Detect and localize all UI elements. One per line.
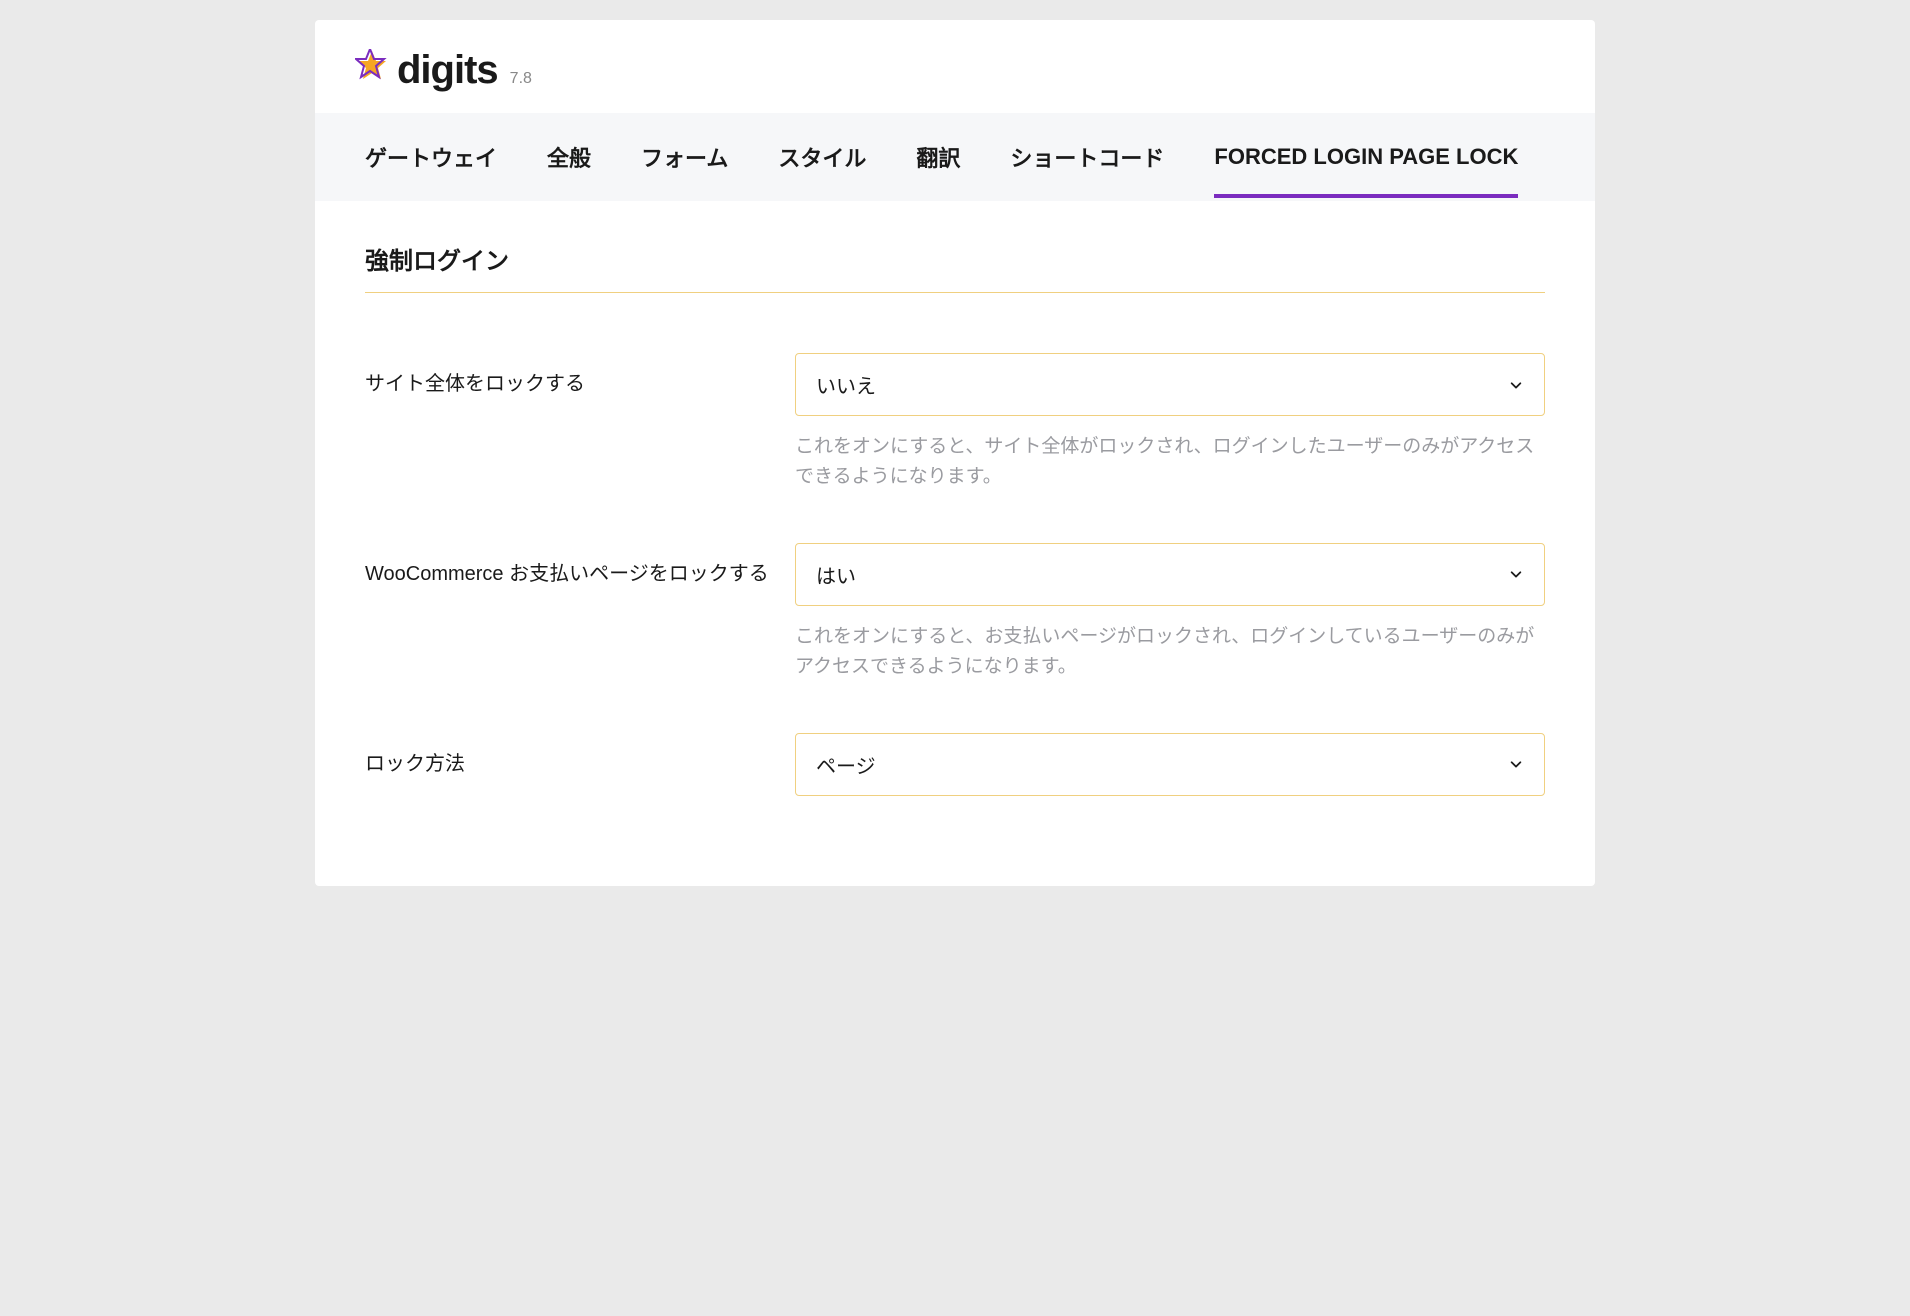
field-lock-method: ロック方法 ページ <box>365 733 1545 796</box>
field-label-lock-site: サイト全体をロックする <box>365 353 795 396</box>
select-lock-woocommerce[interactable]: はい <box>795 543 1545 606</box>
select-value-lock-method: ページ <box>816 750 876 779</box>
version-label: 7.8 <box>510 70 532 88</box>
field-label-lock-method: ロック方法 <box>365 733 795 776</box>
select-lock-site[interactable]: いいえ <box>795 353 1545 416</box>
settings-panel: digits 7.8 ゲートウェイ 全般 フォーム スタイル 翻訳 ショートコー… <box>315 20 1595 886</box>
content-area: 強制ログイン サイト全体をロックする いいえ これをオンにすると、サイト全体がロ… <box>315 201 1595 886</box>
field-description-lock-site: これをオンにすると、サイト全体がロックされ、ログインしたユーザーのみがアクセスで… <box>795 432 1545 493</box>
chevron-down-icon <box>1508 377 1524 393</box>
tab-form[interactable]: フォーム <box>641 113 728 201</box>
brand-name: digits <box>397 48 498 93</box>
select-lock-method[interactable]: ページ <box>795 733 1545 796</box>
tab-translate[interactable]: 翻訳 <box>916 113 960 201</box>
tab-general[interactable]: 全般 <box>547 113 591 201</box>
tab-gateway[interactable]: ゲートウェイ <box>365 113 497 201</box>
field-label-lock-woocommerce: WooCommerce お支払いページをロックする <box>365 543 795 586</box>
select-value-lock-woocommerce: はい <box>816 560 856 589</box>
field-lock-site: サイト全体をロックする いいえ これをオンにすると、サイト全体がロックされ、ログ… <box>365 353 1545 493</box>
chevron-down-icon <box>1508 756 1524 772</box>
field-lock-woocommerce: WooCommerce お支払いページをロックする はい これをオンにすると、お… <box>365 543 1545 683</box>
field-control-lock-site: いいえ これをオンにすると、サイト全体がロックされ、ログインしたユーザーのみがア… <box>795 353 1545 493</box>
field-control-lock-woocommerce: はい これをオンにすると、お支払いページがロックされ、ログインしているユーザーの… <box>795 543 1545 683</box>
section-title: 強制ログイン <box>365 241 1545 293</box>
tab-bar: ゲートウェイ 全般 フォーム スタイル 翻訳 ショートコード FORCED LO… <box>315 113 1595 201</box>
field-description-lock-woocommerce: これをオンにすると、お支払いページがロックされ、ログインしているユーザーのみがア… <box>795 622 1545 683</box>
tab-forced-login[interactable]: FORCED LOGIN PAGE LOCK <box>1214 116 1518 198</box>
logo-icon <box>355 49 389 83</box>
field-control-lock-method: ページ <box>795 733 1545 796</box>
tab-shortcode[interactable]: ショートコード <box>1010 113 1164 201</box>
select-value-lock-site: いいえ <box>816 370 876 399</box>
chevron-down-icon <box>1508 566 1524 582</box>
header: digits 7.8 <box>315 20 1595 113</box>
tab-style[interactable]: スタイル <box>778 113 866 201</box>
